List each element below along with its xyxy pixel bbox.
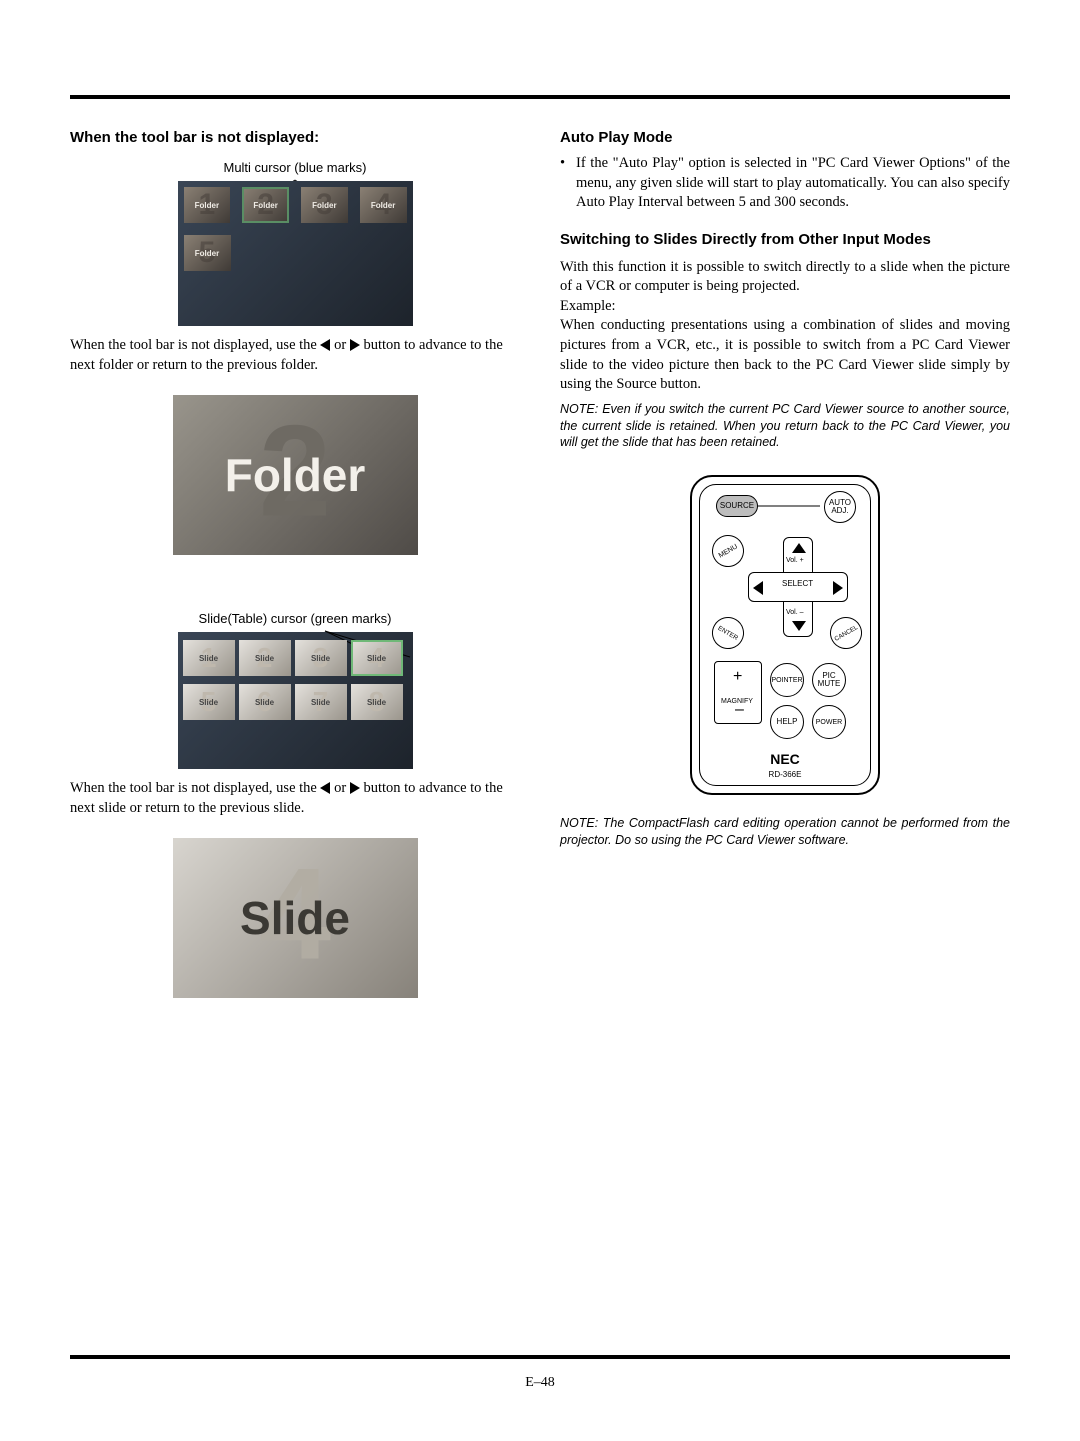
slide-large-preview: 4 Slide bbox=[173, 838, 418, 998]
folder-thumb-5: 5Folder bbox=[184, 235, 231, 271]
magnify-minus-icon: – bbox=[735, 701, 744, 719]
caption-multi-cursor: Multi cursor (blue marks) bbox=[135, 160, 455, 175]
remote-pointer-button: POINTER bbox=[770, 663, 804, 697]
slide-thumb-7: 7Slide bbox=[295, 684, 347, 720]
left-arrow-icon-2 bbox=[320, 782, 330, 794]
folder-thumb-4: 4Folder bbox=[360, 187, 407, 223]
note-compactflash: NOTE: The CompactFlash card editing oper… bbox=[560, 815, 1010, 849]
page-number: E–48 bbox=[0, 1375, 1080, 1391]
right-arrow-icon-remote bbox=[833, 581, 843, 595]
switch-para-1: With this function it is possible to swi… bbox=[560, 258, 1010, 297]
folder-grid: 1Folder 2Folder 3Folder 4Folder 5Folder bbox=[178, 181, 413, 326]
slide-advance-paragraph: When the tool bar is not displayed, use … bbox=[70, 779, 520, 818]
remote-vol-minus: Vol. – bbox=[786, 609, 804, 616]
right-arrow-icon-2 bbox=[350, 782, 360, 794]
slide-thumb-1: 1Slide bbox=[183, 640, 235, 676]
caption-slide-cursor: Slide(Table) cursor (green marks) bbox=[135, 611, 455, 626]
left-arrow-icon bbox=[320, 339, 330, 351]
note-retained-slide: NOTE: Even if you switch the current PC … bbox=[560, 401, 1010, 452]
remote-source-button: SOURCE bbox=[716, 495, 758, 517]
remote-brand: NEC bbox=[692, 751, 878, 767]
top-rule bbox=[70, 95, 1010, 99]
heading-switching: Switching to Slides Directly from Other … bbox=[560, 231, 1010, 248]
autoplay-bullet: • If the "Auto Play" option is selected … bbox=[560, 154, 1010, 213]
autoplay-bullet-text: If the "Auto Play" option is selected in… bbox=[576, 154, 1010, 213]
heading-toolbar-not-displayed: When the tool bar is not displayed: bbox=[70, 129, 520, 146]
remote-power-button: POWER bbox=[812, 705, 846, 739]
remote-help-button: HELP bbox=[770, 705, 804, 739]
up-arrow-icon bbox=[792, 543, 806, 553]
remote-model: RD-366E bbox=[692, 770, 878, 779]
heading-autoplay: Auto Play Mode bbox=[560, 129, 1010, 146]
slide-thumb-3: 3Slide bbox=[295, 640, 347, 676]
slide-thumb-8: 8Slide bbox=[351, 684, 403, 720]
slide-grid: 1Slide 2Slide 3Slide 4Slide 5Slide 6Slid… bbox=[178, 632, 413, 769]
remote-picmute-button: PIC MUTE bbox=[812, 663, 846, 697]
caption-multi-cursor-text: Multi cursor (blue marks) bbox=[223, 160, 366, 175]
folder-thumb-1: 1Folder bbox=[184, 187, 231, 223]
remote-vol-plus: Vol. + bbox=[786, 557, 804, 564]
folder-advance-paragraph: When the tool bar is not displayed, use … bbox=[70, 336, 520, 375]
slide-large-label: Slide bbox=[240, 891, 350, 945]
slide-thumb-5: 5Slide bbox=[183, 684, 235, 720]
caption-slide-cursor-text: Slide(Table) cursor (green marks) bbox=[199, 611, 392, 626]
slide-thumb-6: 6Slide bbox=[239, 684, 291, 720]
switch-para-2: When conducting presentations using a co… bbox=[560, 316, 1010, 394]
slide-thumb-4: 4Slide bbox=[351, 640, 403, 676]
left-column: When the tool bar is not displayed: Mult… bbox=[70, 129, 520, 1010]
right-arrow-icon bbox=[350, 339, 360, 351]
remote-magnify-box: + MAGNIFY – bbox=[714, 661, 762, 724]
bullet-dot: • bbox=[560, 154, 576, 213]
right-column: Auto Play Mode • If the "Auto Play" opti… bbox=[560, 129, 1010, 1010]
down-arrow-icon bbox=[792, 621, 806, 631]
folder-thumb-3: 3Folder bbox=[301, 187, 348, 223]
folder-large-preview: 2 Folder bbox=[173, 395, 418, 555]
main-columns: When the tool bar is not displayed: Mult… bbox=[70, 129, 1010, 1010]
folder-thumb-2: 2Folder bbox=[242, 187, 289, 223]
remote-select-label: SELECT bbox=[782, 579, 813, 588]
remote-autoadj-button: AUTO ADJ. bbox=[824, 491, 856, 523]
folder-large-label: Folder bbox=[225, 448, 366, 502]
remote-control-diagram: SOURCE AUTO ADJ. MENU SELECT Vol. + Vol.… bbox=[690, 475, 880, 795]
bottom-rule bbox=[70, 1355, 1010, 1359]
magnify-plus-icon: + bbox=[733, 668, 742, 686]
slide-thumb-2: 2Slide bbox=[239, 640, 291, 676]
left-arrow-icon-remote bbox=[753, 581, 763, 595]
switch-example-label: Example: bbox=[560, 297, 1010, 317]
